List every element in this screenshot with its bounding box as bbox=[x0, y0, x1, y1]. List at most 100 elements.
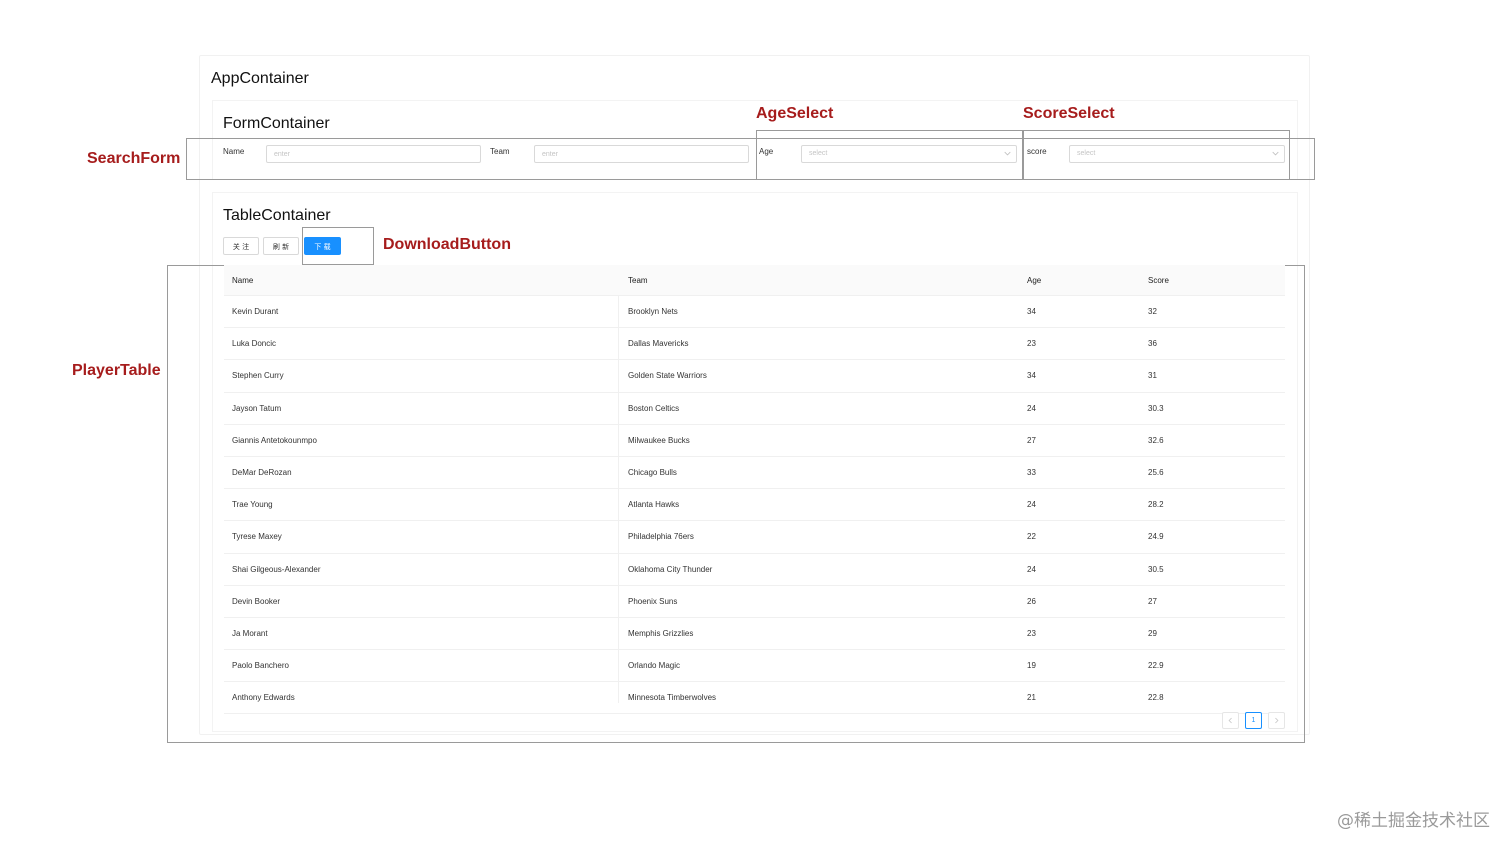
team-input[interactable] bbox=[534, 145, 749, 163]
cell-team: Boston Celtics bbox=[628, 403, 680, 413]
cell-team: Brooklyn Nets bbox=[628, 307, 678, 317]
refresh-button[interactable]: 刷 新 bbox=[263, 237, 299, 255]
cell-name: Devin Booker bbox=[232, 596, 281, 606]
score-select-placeholder: select bbox=[1077, 150, 1096, 157]
cell-score: 36 bbox=[1148, 339, 1157, 349]
score-select[interactable]: select bbox=[1069, 145, 1285, 163]
cell-name: Giannis Antetokounmpo bbox=[232, 435, 317, 445]
cell-age: 26 bbox=[1027, 596, 1036, 606]
column-divider bbox=[618, 295, 619, 703]
watermark: @稀土掘金技术社区 bbox=[1337, 811, 1490, 831]
age-label: Age bbox=[759, 147, 774, 156]
column-header-team[interactable]: Team bbox=[628, 265, 648, 295]
table-row: Giannis Antetokounmpo Milwaukee Bucks 27 32… bbox=[224, 425, 1285, 457]
column-header-age[interactable]: Age bbox=[1027, 265, 1041, 295]
cell-score: 22.8 bbox=[1148, 693, 1164, 703]
table-row: Tyrese Maxey Philadelphia 76ers 22 24.9 bbox=[224, 521, 1285, 554]
cell-score: 31 bbox=[1148, 371, 1157, 381]
cell-age: 23 bbox=[1027, 339, 1036, 349]
cell-score: 27 bbox=[1148, 596, 1157, 606]
cell-team: Chicago Bulls bbox=[628, 468, 677, 478]
cell-score: 32.6 bbox=[1148, 435, 1164, 445]
cell-name: Ja Morant bbox=[232, 628, 268, 638]
cell-age: 34 bbox=[1027, 371, 1036, 381]
cell-score: 22.9 bbox=[1148, 661, 1164, 671]
cell-team: Golden State Warriors bbox=[628, 371, 707, 381]
app-container-title: AppContainer bbox=[211, 70, 309, 87]
cell-team: Oklahoma City Thunder bbox=[628, 564, 713, 574]
table-row: Devin Booker Phoenix Suns 26 27 bbox=[224, 586, 1285, 618]
chevron-right-icon bbox=[1275, 717, 1279, 724]
cell-team: Atlanta Hawks bbox=[628, 500, 680, 510]
cell-score: 24.9 bbox=[1148, 532, 1164, 542]
table-row: Stephen Curry Golden State Warriors 34 31 bbox=[224, 360, 1285, 393]
pagination-page-1[interactable]: 1 bbox=[1245, 712, 1262, 729]
cell-name: Tyrese Maxey bbox=[232, 532, 282, 542]
download-button[interactable]: 下 载 bbox=[304, 237, 341, 255]
table-container-title: TableContainer bbox=[223, 207, 331, 224]
cell-name: Kevin Durant bbox=[232, 307, 279, 317]
cell-score: 30.5 bbox=[1148, 564, 1164, 574]
pagination-prev-button[interactable] bbox=[1222, 712, 1239, 729]
cell-age: 19 bbox=[1027, 661, 1036, 671]
cell-age: 24 bbox=[1027, 403, 1036, 413]
column-header-name[interactable]: Name bbox=[232, 265, 253, 295]
table-row: Luka Doncic Dallas Mavericks 23 36 bbox=[224, 328, 1285, 361]
cell-score: 25.6 bbox=[1148, 468, 1164, 478]
player-table-annotation: PlayerTable bbox=[72, 362, 161, 379]
cell-score: 32 bbox=[1148, 307, 1157, 317]
download-button-annotation: DownloadButton bbox=[383, 236, 511, 253]
cell-team: Orlando Magic bbox=[628, 661, 681, 671]
cell-score: 28.2 bbox=[1148, 500, 1164, 510]
cell-name: Luka Doncic bbox=[232, 339, 277, 349]
table-body: Kevin Durant Brooklyn Nets 34 32 Luka Doncic… bbox=[224, 296, 1285, 715]
cell-age: 22 bbox=[1027, 532, 1036, 542]
table-row: Shai Gilgeous-Alexander Oklahoma City Thu… bbox=[224, 554, 1285, 586]
name-input[interactable] bbox=[266, 145, 481, 163]
cell-score: 29 bbox=[1148, 628, 1157, 638]
cell-age: 23 bbox=[1027, 628, 1036, 638]
age-select-placeholder: select bbox=[809, 150, 828, 157]
cell-team: Philadelphia 76ers bbox=[628, 532, 694, 542]
cell-team: Minnesota Timberwolves bbox=[628, 693, 717, 703]
cell-name: Shai Gilgeous-Alexander bbox=[232, 564, 321, 574]
chevron-down-icon bbox=[1004, 151, 1011, 156]
column-header-score[interactable]: Score bbox=[1148, 265, 1169, 295]
cell-name: Jayson Tatum bbox=[232, 403, 282, 413]
form-container-title: FormContainer bbox=[223, 115, 330, 132]
table-row: DeMar DeRozan Chicago Bulls 33 25.6 bbox=[224, 457, 1285, 490]
cell-team: Milwaukee Bucks bbox=[628, 435, 690, 445]
team-label: Team bbox=[490, 147, 510, 156]
age-select[interactable]: select bbox=[801, 145, 1017, 163]
cell-name: DeMar DeRozan bbox=[232, 468, 292, 478]
cell-age: 33 bbox=[1027, 468, 1036, 478]
player-table: Name Team Age Score Kevin Durant Brooklyn… bbox=[224, 265, 1285, 715]
score-label: score bbox=[1027, 147, 1047, 156]
table-row: Paolo Banchero Orlando Magic 19 22.9 bbox=[224, 650, 1285, 683]
follow-button[interactable]: 关 注 bbox=[223, 237, 259, 255]
cell-team: Memphis Grizzlies bbox=[628, 628, 694, 638]
table-row: Trae Young Atlanta Hawks 24 28.2 bbox=[224, 489, 1285, 522]
cell-age: 24 bbox=[1027, 500, 1036, 510]
chevron-down-icon bbox=[1272, 151, 1279, 156]
table-header: Name Team Age Score bbox=[224, 265, 1285, 296]
score-select-annotation: ScoreSelect bbox=[1023, 105, 1115, 122]
cell-name: Paolo Banchero bbox=[232, 661, 289, 671]
table-row: Kevin Durant Brooklyn Nets 34 32 bbox=[224, 296, 1285, 329]
name-label: Name bbox=[223, 147, 245, 156]
cell-name: Stephen Curry bbox=[232, 371, 284, 381]
table-row: Anthony Edwards Minnesota Timberwolves 21 2… bbox=[224, 682, 1285, 715]
cell-age: 27 bbox=[1027, 435, 1036, 445]
chevron-left-icon bbox=[1228, 717, 1232, 724]
cell-age: 21 bbox=[1027, 693, 1036, 703]
search-form-annotation: SearchForm bbox=[87, 150, 181, 167]
cell-score: 30.3 bbox=[1148, 403, 1164, 413]
age-select-annotation: AgeSelect bbox=[756, 105, 834, 122]
cell-team: Dallas Mavericks bbox=[628, 339, 689, 349]
cell-team: Phoenix Suns bbox=[628, 596, 678, 606]
cell-name: Anthony Edwards bbox=[232, 693, 295, 703]
cell-age: 34 bbox=[1027, 307, 1036, 317]
cell-age: 24 bbox=[1027, 564, 1036, 574]
pagination-next-button[interactable] bbox=[1268, 712, 1285, 729]
table-row: Jayson Tatum Boston Celtics 24 30.3 bbox=[224, 393, 1285, 425]
